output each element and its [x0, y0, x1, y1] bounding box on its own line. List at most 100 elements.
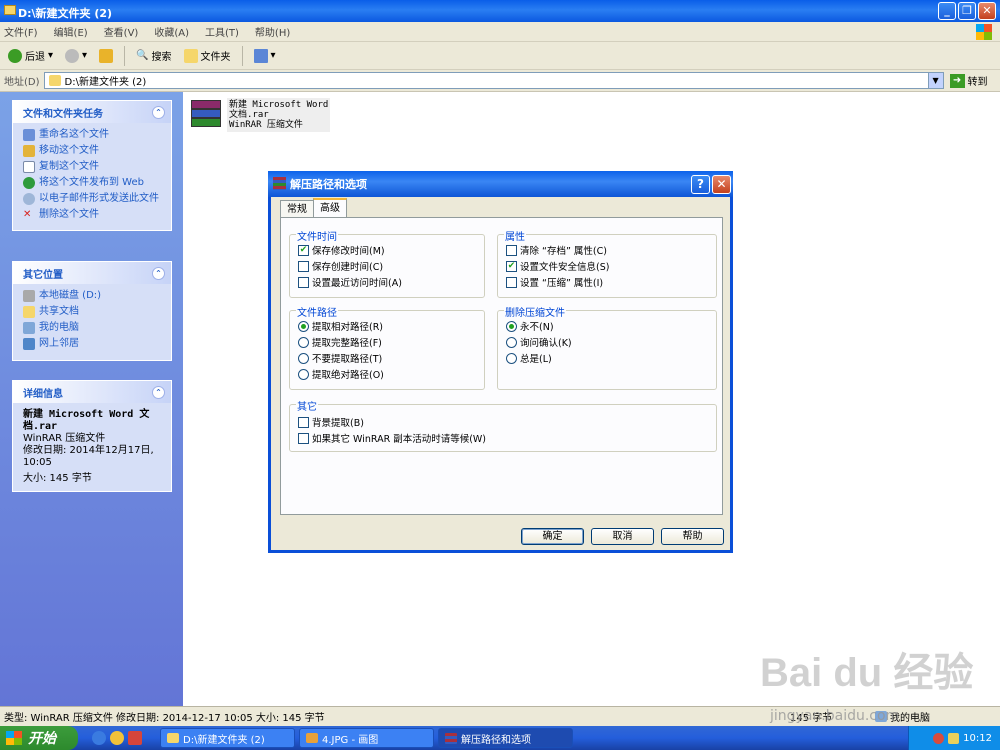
folders-label: 文件夹: [200, 52, 231, 63]
radio-icon: [506, 352, 517, 364]
full-path-radio[interactable]: 提取完整路径(F): [298, 335, 382, 349]
absolute-path-label: 提取绝对路径(O): [312, 370, 384, 381]
taskbar-winrar[interactable]: 解压路径和选项: [438, 728, 573, 748]
taskbar-explorer[interactable]: D:\新建文件夹 (2): [160, 728, 295, 748]
search-button[interactable]: 🔍 搜索: [132, 45, 175, 67]
address-dropdown-icon[interactable]: ▼: [927, 73, 943, 88]
back-dropdown-icon[interactable]: ▾: [48, 50, 53, 61]
back-arrow-icon: [8, 48, 22, 63]
dialog-close-button[interactable]: ✕: [712, 175, 731, 194]
place-local-disk[interactable]: 本地磁盘 (D:): [23, 290, 163, 302]
no-path-radio[interactable]: 不要提取路径(T): [298, 351, 382, 365]
menu-view[interactable]: 查看(V): [104, 24, 139, 39]
winrar-icon: [445, 732, 457, 744]
address-input[interactable]: D:\新建文件夹 (2) ▼: [43, 72, 944, 89]
file-time-label: 文件时间: [296, 228, 338, 243]
task-move-label: 移动这个文件: [39, 145, 99, 156]
background-extract-checkbox[interactable]: 背景提取(B): [298, 415, 364, 429]
start-button[interactable]: 开始: [0, 726, 78, 750]
details-header[interactable]: 详细信息 ⌃: [13, 381, 171, 403]
task-copy[interactable]: 复制这个文件: [23, 161, 163, 173]
wait-winrar-label: 如果其它 WinRAR 副本活动时请等候(W): [312, 434, 487, 445]
forward-dropdown-icon[interactable]: ▾: [82, 50, 87, 61]
folder-icon: [4, 5, 16, 15]
place-network[interactable]: 网上邻居: [23, 338, 163, 350]
radio-icon: [298, 368, 309, 380]
maximize-button[interactable]: ❐: [958, 2, 976, 20]
folders-button[interactable]: 文件夹: [180, 45, 235, 67]
tab-general[interactable]: 常规: [280, 200, 314, 218]
other-places-header[interactable]: 其它位置 ⌃: [13, 262, 171, 284]
always-delete-radio[interactable]: 总是(L): [506, 351, 552, 365]
cancel-button[interactable]: 取消: [591, 528, 654, 545]
address-value: D:\新建文件夹 (2): [64, 77, 147, 88]
checkbox-checked-icon: ✔: [298, 244, 309, 256]
tab-advanced[interactable]: 高级: [313, 198, 347, 218]
menu-help[interactable]: 帮助(H): [255, 24, 290, 39]
file-name-line2: 文档.rar: [229, 110, 269, 120]
minimize-button[interactable]: _: [938, 2, 956, 20]
attributes-group: 属性 清除 “存档” 属性(C) ✔ 设置文件安全信息(S) 设置 “压缩” 属性…: [497, 228, 717, 298]
ie-icon[interactable]: [92, 731, 106, 745]
absolute-path-radio[interactable]: 提取绝对路径(O): [298, 367, 384, 381]
task-delete[interactable]: ✕ 删除这个文件: [23, 209, 163, 220]
collapse-chevron-icon[interactable]: ⌃: [152, 266, 165, 280]
media-icon[interactable]: [110, 731, 124, 745]
checkbox-icon: [298, 260, 309, 272]
menu-favorites[interactable]: 收藏(A): [154, 24, 189, 39]
keep-modified-time-label: 保存修改时间(M): [312, 246, 385, 257]
set-security-checkbox[interactable]: ✔ 设置文件安全信息(S): [506, 259, 609, 273]
place-shared-docs[interactable]: 共享文档: [23, 306, 163, 318]
globe-icon: [23, 177, 35, 189]
menu-tools[interactable]: 工具(T): [205, 24, 239, 39]
file-tasks-title: 文件和文件夹任务: [23, 108, 103, 120]
task-email[interactable]: 以电子邮件形式发送此文件: [23, 193, 163, 205]
app-icon[interactable]: [128, 731, 142, 745]
clear-archive-attr-checkbox[interactable]: 清除 “存档” 属性(C): [506, 243, 607, 257]
views-button[interactable]: ▾: [250, 45, 280, 67]
quick-launch: [92, 731, 142, 745]
file-tasks-panel: 文件和文件夹任务 ⌃ 重命名这个文件 移动这个文件 复制这个文件 将这个文件发布到…: [12, 100, 172, 231]
attributes-label: 属性: [504, 228, 526, 243]
place-local-disk-label: 本地磁盘 (D:): [39, 290, 102, 301]
menu-edit[interactable]: 编辑(E): [54, 24, 88, 39]
set-access-time-checkbox[interactable]: 设置最近访问时间(A): [298, 275, 402, 289]
keep-created-time-checkbox[interactable]: 保存创建时间(C): [298, 259, 383, 273]
dialog-titlebar[interactable]: 解压路径和选项 ? ✕: [268, 171, 733, 197]
collapse-chevron-icon[interactable]: ⌃: [152, 385, 165, 399]
tray-app-icon[interactable]: [933, 732, 945, 744]
window-title: D:\新建文件夹 (2): [18, 7, 113, 20]
collapse-chevron-icon[interactable]: ⌃: [152, 105, 165, 119]
wait-winrar-checkbox[interactable]: 如果其它 WinRAR 副本活动时请等候(W): [298, 431, 486, 445]
go-button[interactable]: ➜ 转到: [949, 73, 988, 88]
file-item[interactable]: 新建 Microsoft Word 文档.rar WinRAR 压缩文件: [189, 98, 331, 132]
ask-delete-radio[interactable]: 询问确认(K): [506, 335, 572, 349]
clock[interactable]: 10:12: [963, 733, 992, 744]
shield-icon[interactable]: [948, 732, 960, 744]
back-button[interactable]: 后退 ▾: [4, 45, 57, 67]
details-filename: 新建 Microsoft Word 文档.rar: [23, 409, 150, 432]
menu-file[interactable]: 文件(F): [4, 24, 38, 39]
relative-path-radio[interactable]: 提取相对路径(R): [298, 319, 383, 333]
window-titlebar[interactable]: D:\新建文件夹 (2) _ ❐ ✕: [0, 0, 1000, 22]
ok-button[interactable]: 确定: [521, 528, 584, 545]
never-delete-radio[interactable]: 永不(N): [506, 319, 554, 333]
task-rename[interactable]: 重命名这个文件: [23, 129, 163, 141]
keep-modified-time-checkbox[interactable]: ✔ 保存修改时间(M): [298, 243, 385, 257]
taskbar-paint[interactable]: 4.JPG - 画图: [299, 728, 434, 748]
place-my-computer[interactable]: 我的电脑: [23, 322, 163, 334]
task-move[interactable]: 移动这个文件: [23, 145, 163, 157]
up-button[interactable]: [95, 45, 117, 67]
forward-button[interactable]: ▾: [61, 45, 91, 67]
task-publish[interactable]: 将这个文件发布到 Web: [23, 177, 163, 189]
set-compressed-attr-checkbox[interactable]: 设置 “压缩” 属性(I): [506, 275, 603, 289]
delete-icon: ✕: [23, 209, 32, 220]
status-info: 类型: WinRAR 压缩文件 修改日期: 2014-12-17 10:05 大…: [4, 713, 325, 724]
file-tasks-header[interactable]: 文件和文件夹任务 ⌃: [13, 101, 171, 123]
close-button[interactable]: ✕: [978, 2, 996, 20]
help-question-button[interactable]: ?: [691, 175, 710, 194]
set-security-label: 设置文件安全信息(S): [520, 262, 610, 273]
other-label: 其它: [296, 398, 318, 413]
help-button[interactable]: 帮助: [661, 528, 724, 545]
always-delete-label: 总是(L): [520, 354, 552, 365]
